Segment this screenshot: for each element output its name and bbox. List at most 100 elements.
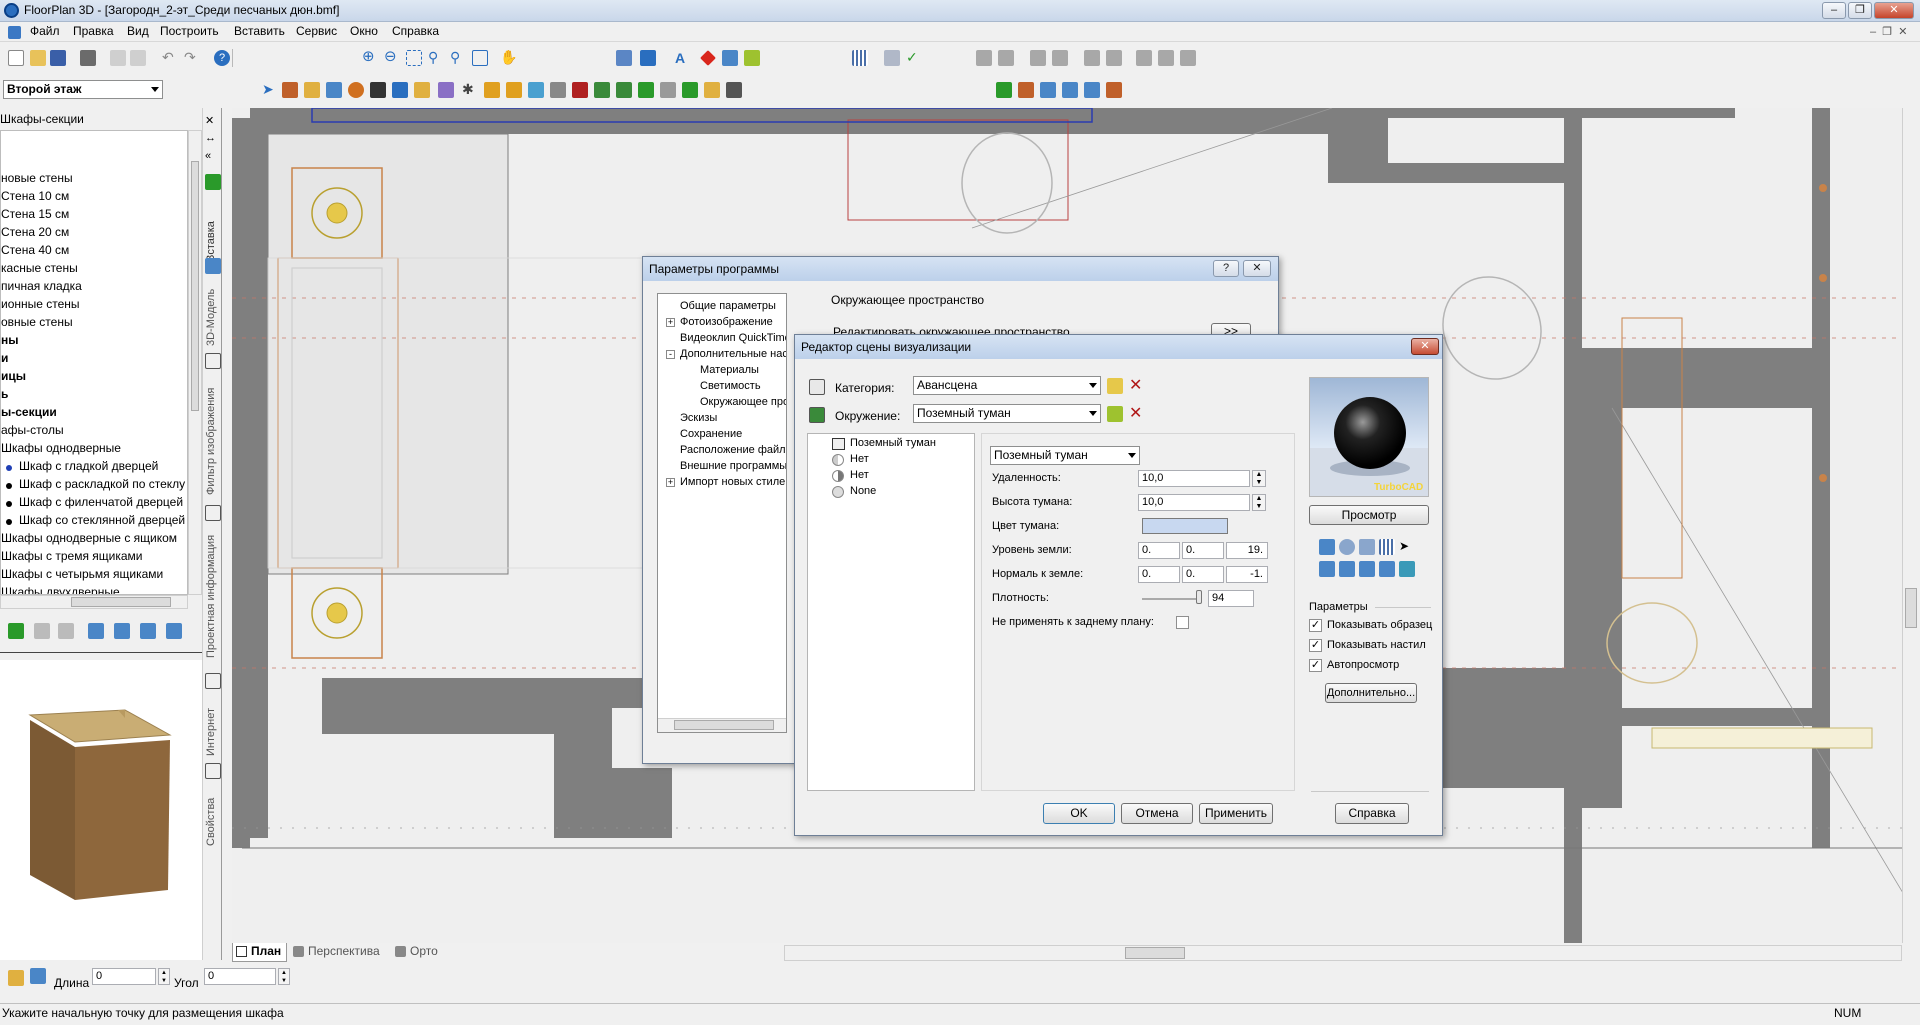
show-sample-checkbox[interactable]: ✓ [1309,619,1322,632]
scroll-thumb[interactable] [191,161,199,411]
undo-icon[interactable]: ↶ [162,50,178,66]
view-top-icon[interactable] [1339,561,1355,577]
mode-roof-icon[interactable] [1084,82,1100,98]
fog-height-spinner[interactable]: ▲ ▼ [1252,494,1266,511]
catalog-tree-item[interactable]: ионные стены [1,297,80,315]
fog-color-swatch[interactable] [1142,518,1228,534]
layer-item-none-1[interactable]: Нет [850,453,869,465]
select-arrow-icon[interactable]: ➤ [262,82,278,98]
align-top-icon[interactable] [1030,50,1046,66]
materials-icon[interactable] [744,50,760,66]
deck-icon[interactable] [638,82,654,98]
catalog-tree-item[interactable]: Стена 15 см [1,207,69,225]
canvas-vscroll-thumb[interactable] [1905,588,1917,628]
menu-help[interactable]: Справка [388,24,443,38]
wall-icon[interactable] [282,82,298,98]
same-size-icon[interactable] [1180,50,1196,66]
menu-file[interactable]: Файл [26,24,64,38]
new-environment-icon[interactable] [1107,406,1123,422]
expand-icon[interactable]: + [666,478,675,487]
minimize-button[interactable]: – [1822,2,1846,19]
pp-tree-item[interactable]: Светимость [700,380,761,392]
zoom-all-icon[interactable] [472,50,488,66]
tab-image-filter[interactable]: Фильтр изображения [205,370,221,495]
program-params-help-button[interactable]: ? [1213,260,1239,277]
collapse-icon[interactable]: « [205,150,211,162]
stairs-icon[interactable] [370,82,386,98]
copy-icon[interactable] [110,50,126,66]
distribute-h-icon[interactable] [1136,50,1152,66]
help-icon[interactable]: ? [214,50,230,66]
catalog-tree-item[interactable]: Шкаф со стеклянной дверцей [1,513,185,531]
column-icon[interactable] [392,82,408,98]
tab-3d-model[interactable]: 3D-Модель [205,276,221,346]
layer-item-none-en[interactable]: None [850,485,876,497]
catalog-tree-item[interactable]: и [1,351,8,369]
apply-button[interactable]: Применить [1199,803,1273,824]
snap-on-icon[interactable]: ✓ [906,50,922,66]
render-icon[interactable] [616,50,632,66]
catalog-tree-item[interactable]: афы-столы [1,423,64,441]
pp-tree-item[interactable]: Дополнительные наст [680,348,786,360]
catalog-filter-icon[interactable] [166,623,182,639]
preview-button[interactable]: Просмотр [1309,505,1429,525]
open-icon[interactable] [30,50,46,66]
catalog-tree-item[interactable]: овные стены [1,315,73,333]
catalog-tree-item[interactable]: новые стены [1,171,73,189]
catalog-tree-item[interactable]: Шкаф с раскладкой по стеклу [1,477,185,495]
catalog-tree-item[interactable]: ь [1,387,8,405]
catalog-tree-item[interactable]: Шкафы с четырьмя ящиками [1,567,163,585]
furniture-icon[interactable] [484,82,500,98]
new-icon[interactable] [8,50,24,66]
door-icon[interactable] [304,82,320,98]
mode-estimate-icon[interactable] [1106,82,1122,98]
view-cylinder-icon[interactable] [1359,539,1375,555]
environment-select[interactable]: Поземный туман [913,404,1101,423]
dimension-tool-icon[interactable] [8,970,24,986]
catalog-tree-item[interactable]: Шкафы однодверные с ящиком [1,531,177,549]
terrain-icon[interactable] [528,82,544,98]
ground-level-z[interactable]: 19. [1226,542,1268,559]
tab-project-info[interactable]: Проектная информация [205,523,221,658]
layer-item-none-2[interactable]: Нет [850,469,869,481]
view-persp-icon[interactable] [1399,561,1415,577]
ground-level-y[interactable]: 0. [1182,542,1224,559]
distance-spinner[interactable]: ▲ ▼ [1252,470,1266,487]
tab-ortho[interactable]: Орто [392,943,448,962]
view-sphere-icon[interactable] [1339,539,1355,555]
tab-internet[interactable]: Интернет [205,691,221,756]
layer-item-fog[interactable]: Поземный туман [850,437,936,449]
angle-spinner[interactable]: ▲ ▼ [278,968,290,985]
canvas-vscrollbar[interactable] [1902,108,1918,943]
person-icon[interactable]: ✱ [462,82,478,98]
view-grid-icon[interactable] [1379,539,1395,555]
pp-tree-item[interactable]: Видеоклип QuickTime [680,332,786,344]
ok-button[interactable]: OK [1043,803,1115,824]
mode-site-icon[interactable] [996,82,1012,98]
close-button[interactable]: ✕ [1874,2,1914,19]
menu-edit[interactable]: Правка [69,24,118,38]
catalog-tree-item[interactable]: ы-секции [1,405,57,423]
catalog-tool-icon[interactable] [8,623,24,639]
catalog-move-icon[interactable] [114,623,130,639]
fog-height-input[interactable]: 10,0 [1138,494,1250,511]
scene-layer-list[interactable]: Поземный туман Нет Нет None [807,433,975,791]
align-middle-icon[interactable] [1106,50,1122,66]
align-right-icon[interactable] [998,50,1014,66]
canvas-hscrollbar[interactable] [784,945,1902,961]
catalog-tree-item[interactable]: ицы [1,369,26,387]
box-icon[interactable] [506,82,522,98]
density-input[interactable]: 94 [1208,590,1254,607]
fence-icon[interactable] [682,82,698,98]
density-slider-track[interactable] [1142,598,1202,600]
table-icon[interactable] [722,50,738,66]
program-params-tree[interactable]: Общие параметры + Фотоизображение Видеоклип… [657,293,787,733]
effect-type-select[interactable]: Поземный туман [990,446,1140,465]
pp-tree-item[interactable]: Импорт новых стилей [680,476,786,488]
catalog-tree-item[interactable]: Стена 10 см [1,189,69,207]
angle-input[interactable]: 0 [204,968,276,985]
menu-view[interactable]: Вид [123,24,153,38]
view-box-icon[interactable] [1319,539,1335,555]
text-icon[interactable]: A [672,50,688,66]
plant-icon[interactable] [594,82,610,98]
